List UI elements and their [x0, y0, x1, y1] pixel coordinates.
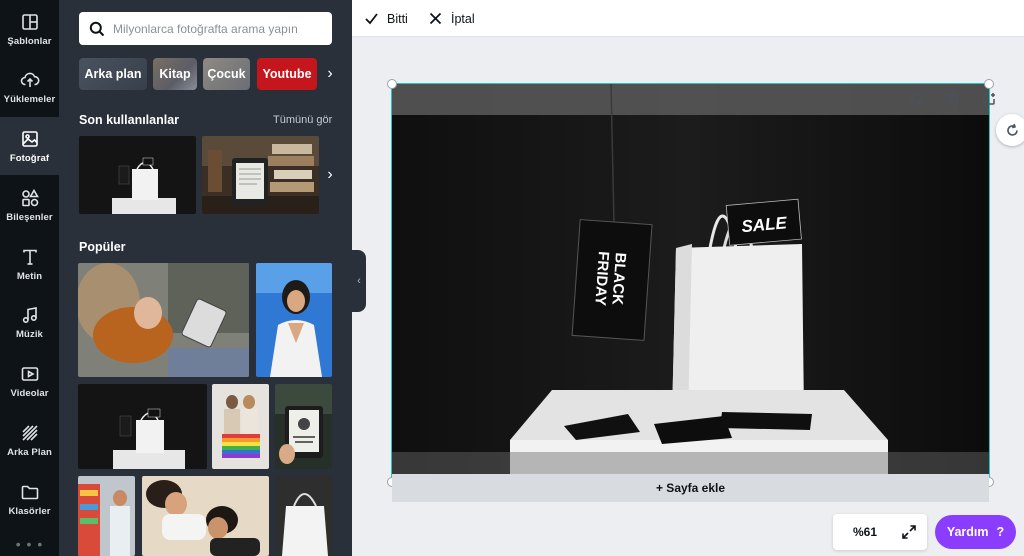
- chip-youtube-label: Youtube: [262, 67, 312, 81]
- cancel-label: İptal: [451, 11, 475, 26]
- woman-tablet-thumbnail: [78, 263, 249, 377]
- notes-icon[interactable]: [910, 92, 926, 108]
- sidebar-item-label: Şablonlar: [7, 35, 52, 47]
- chip-youtube[interactable]: Youtube: [257, 58, 317, 90]
- chip-child[interactable]: Çocuk: [203, 58, 250, 90]
- search-icon: [89, 21, 105, 36]
- video-play-icon: [21, 366, 38, 381]
- music-note-icon: [22, 306, 37, 323]
- sidebar-item-label: Fotoğraf: [9, 152, 50, 164]
- sidebar-item-uploads[interactable]: Yüklemeler: [0, 58, 59, 116]
- black-friday-photo[interactable]: BLACK FRIDAY SALE: [392, 84, 989, 482]
- zoom-level[interactable]: %61: [853, 525, 877, 539]
- photo-search-bar[interactable]: [79, 12, 332, 45]
- sidebar-item-label: Klasörler: [8, 505, 51, 517]
- bag-photo-thumbnail: [79, 136, 196, 214]
- popular-photo-woman-tablet[interactable]: [78, 263, 249, 377]
- done-label: Bitti: [387, 11, 408, 26]
- crop-toolbar: Bitti İptal: [352, 0, 1024, 37]
- sidebar-item-videos[interactable]: Videolar: [0, 352, 59, 410]
- chevron-right-icon[interactable]: ›: [321, 160, 339, 190]
- popular-photo-pride-couple[interactable]: [212, 384, 269, 469]
- bag-photo-thumbnail: [78, 384, 207, 469]
- more-items-dots[interactable]: • • •: [0, 536, 59, 552]
- checkmark-icon: [365, 13, 378, 25]
- woman-sky-thumbnail: [256, 263, 332, 377]
- sidebar-item-label: Arka Plan: [7, 446, 52, 458]
- sidebar-item-photos[interactable]: Fotoğraf: [0, 117, 59, 175]
- cancel-button[interactable]: İptal: [428, 0, 475, 37]
- sidebar-item-label: Yüklemeler: [3, 93, 56, 105]
- black-friday-image: BLACK FRIDAY SALE: [392, 84, 989, 482]
- help-button[interactable]: Yardım ?: [935, 515, 1016, 549]
- recent-photo-bag[interactable]: [79, 136, 196, 214]
- add-page-button[interactable]: + Sayfa ekle: [392, 474, 989, 502]
- pattern-icon: [21, 424, 38, 441]
- sidebar-item-music[interactable]: Müzik: [0, 293, 59, 351]
- resize-handle-top-right[interactable]: [984, 79, 994, 89]
- sidebar-item-label: Metin: [16, 270, 43, 282]
- recent-title: Son kullanılanlar: [79, 113, 180, 127]
- page-tools: [890, 92, 998, 108]
- sidebar-item-background[interactable]: Arka Plan: [0, 411, 59, 469]
- ereader-hand-thumbnail: [275, 384, 332, 469]
- popular-photo-bag[interactable]: [78, 384, 207, 469]
- zoom-control: %61: [833, 514, 927, 550]
- layout-icon: [21, 13, 38, 30]
- done-button[interactable]: Bitti: [364, 0, 408, 37]
- help-label: Yardım: [946, 525, 989, 539]
- sidebar-item-label: Müzik: [16, 328, 43, 340]
- collapse-panel-button[interactable]: ‹: [352, 250, 366, 312]
- upload-cloud-icon: [20, 72, 39, 87]
- chip-book[interactable]: Kitap: [153, 58, 197, 90]
- resize-handle-top-left[interactable]: [387, 79, 397, 89]
- white-bag-thumbnail: [276, 476, 332, 556]
- popular-photo-women-lying[interactable]: [142, 476, 269, 556]
- folder-icon: [21, 485, 38, 499]
- question-mark-icon: ?: [996, 525, 1005, 539]
- ereader-photo-thumbnail: [202, 136, 319, 214]
- sidebar-item-text[interactable]: Metin: [0, 235, 59, 293]
- design-page[interactable]: BLACK FRIDAY SALE: [391, 83, 990, 483]
- women-lying-thumbnail: [142, 476, 269, 556]
- photo-panel: Arka plan Kitap Çocuk Youtube › Son kull…: [59, 0, 352, 556]
- duplicate-page-icon[interactable]: [946, 92, 962, 108]
- add-page-icon[interactable]: [982, 92, 998, 108]
- chevron-right-icon[interactable]: ›: [321, 60, 339, 88]
- side-rail: Şablonlar Yüklemeler Fotoğraf Bileşenler…: [0, 0, 59, 556]
- sidebar-item-label: Bileşenler: [6, 211, 53, 223]
- expand-icon[interactable]: [901, 524, 917, 540]
- search-input[interactable]: [113, 21, 323, 36]
- sale-tag-text: SALE: [741, 213, 788, 236]
- store-thumbnail: [78, 476, 135, 556]
- text-icon: [22, 249, 37, 265]
- sidebar-item-templates[interactable]: Şablonlar: [0, 0, 59, 58]
- sidebar-item-elements[interactable]: Bileşenler: [0, 176, 59, 234]
- close-icon: [429, 12, 442, 25]
- popular-photo-woman-sky[interactable]: [256, 263, 332, 377]
- rotate-button[interactable]: [996, 114, 1024, 146]
- sidebar-item-label: Videolar: [10, 387, 49, 399]
- popular-title: Popüler: [79, 240, 126, 254]
- popular-photo-white-bag[interactable]: [276, 476, 332, 556]
- sidebar-item-folders[interactable]: Klasörler: [0, 470, 59, 528]
- recent-photo-ereader[interactable]: [202, 136, 319, 214]
- pride-couple-thumbnail: [212, 384, 269, 469]
- popular-photo-ereader-hand[interactable]: [275, 384, 332, 469]
- image-icon: [21, 130, 38, 147]
- chip-background[interactable]: Arka plan: [79, 58, 147, 90]
- shapes-icon: [21, 188, 39, 206]
- popular-photo-store[interactable]: [78, 476, 135, 556]
- rotate-icon: [1006, 123, 1018, 136]
- see-all-link[interactable]: Tümünü gör: [273, 114, 332, 126]
